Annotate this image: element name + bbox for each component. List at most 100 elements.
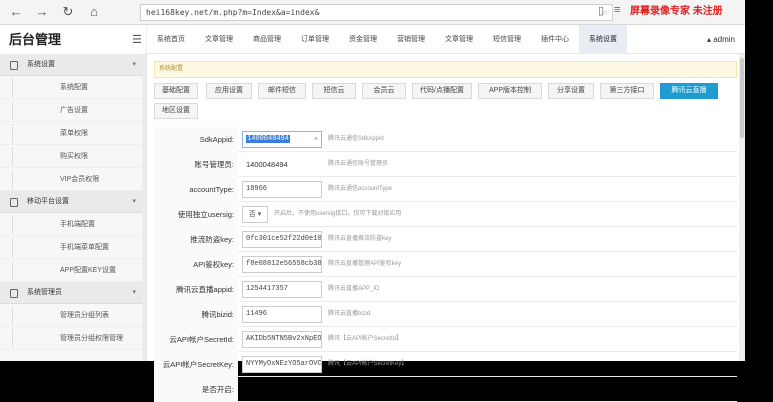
select-value: 否 [248, 211, 256, 218]
sidebar-item[interactable]: 手机端菜单配置 [0, 236, 146, 259]
topnav-item[interactable]: 商品管理 [243, 25, 291, 54]
content-scrollbar[interactable] [739, 54, 745, 361]
form-row: 是否开启: [154, 377, 737, 402]
app-header: 后台管理 ☰ 系统首页 文章管理 商品管理 订单管理 资金管理 营销管理 文章管… [0, 25, 745, 54]
field-label: 腾讯bizid: [154, 302, 238, 327]
field-hint: 腾讯云直播管理API鉴权key [328, 261, 402, 267]
field-label: 使用独立usersig: [154, 202, 238, 227]
address-text: hei168key.net/m.php?m=Index&a=index& [146, 8, 320, 17]
sidebar-item[interactable]: APP配置KEY设置 [0, 259, 146, 282]
push-key-input[interactable]: 0fc301ce52f22d0e10e4 [242, 231, 322, 248]
sidebar-group[interactable]: 系统设置 ▾ [0, 54, 146, 76]
form-row: 使用独立usersig: 否 ▾ 开启后，不使用usersig接口，仅可下载对接… [154, 202, 737, 227]
clear-icon[interactable]: × [314, 132, 318, 147]
usersig-select[interactable]: 否 ▾ [242, 206, 268, 223]
sidebar-group-label: 移动平台设置 [27, 198, 69, 205]
tab-third-party[interactable]: 第三方接口 [600, 83, 654, 99]
sidebar-item[interactable]: 广告设置 [0, 99, 146, 122]
tab-app[interactable]: 应用设置 [206, 83, 252, 99]
topnav-item[interactable]: 资金管理 [339, 25, 387, 54]
api-key-input[interactable]: f8e08812e56558cb38414 [242, 256, 322, 273]
document-icon [10, 289, 18, 298]
refresh-icon[interactable]: ↻ [60, 4, 76, 20]
field-label: 云API帐户SecretKey: [154, 352, 238, 377]
scrollbar-thumb[interactable] [740, 58, 744, 138]
sidebar-group-label: 系统设置 [27, 61, 55, 68]
field-label: API鉴权key: [154, 252, 238, 277]
topnav-item[interactable]: 营销管理 [387, 25, 435, 54]
topnav-item[interactable]: 短信管理 [483, 25, 531, 54]
field-value: 1400048494 [246, 160, 288, 169]
form-row: 推流防盗key: 0fc301ce52f22d0e10e4 腾讯云直播推流防盗k… [154, 227, 737, 252]
sidebar-item[interactable]: VIP会员权限 [0, 168, 146, 191]
back-icon[interactable]: ← [8, 4, 24, 20]
form-row: API鉴权key: f8e08812e56558cb38414 腾讯云直播管理A… [154, 252, 737, 277]
recorder-watermark: 屏幕录像专家 未注册 [630, 6, 723, 17]
sidebar-item[interactable]: 系统配置 [0, 76, 146, 99]
field-label: 推流防盗key: [154, 227, 238, 252]
topnav-item[interactable]: 文章管理 [195, 25, 243, 54]
brand-title: 后台管理 [0, 25, 147, 54]
sdkappid-input[interactable]: 1400048494 × [242, 131, 322, 148]
user-menu[interactable]: ▴ admin [707, 25, 735, 54]
field-hint: 腾讯【云API帐户SecretKey】 [328, 361, 408, 367]
address-bar[interactable]: hei168key.net/m.php?m=Index&a=index& ☆ [140, 4, 613, 21]
top-nav: 系统首页 文章管理 商品管理 订单管理 资金管理 营销管理 文章管理 短信管理 … [147, 25, 627, 54]
sidebar-scrollbar[interactable] [142, 54, 146, 361]
sidebar-group[interactable]: 移动平台设置 ▾ [0, 191, 146, 213]
tab-tencent-live[interactable]: 腾讯云直播 [660, 83, 718, 99]
tab-member-cloud[interactable]: 会员云 [362, 83, 406, 99]
form-row: 腾讯bizid: 11496 腾讯云直播bizid [154, 302, 737, 327]
field-label: accountType: [154, 177, 238, 202]
tab-sms-cloud[interactable]: 短信云 [312, 83, 356, 99]
document-icon [10, 198, 18, 207]
bizid-input[interactable]: 11496 [242, 306, 322, 323]
field-hint: 腾讯云直播bizid [328, 311, 371, 317]
chevron-down-icon: ▾ [132, 198, 136, 205]
topnav-item[interactable]: 文章管理 [435, 25, 483, 54]
brand-label: 后台管理 [9, 32, 62, 47]
sidebar-group-label: 系统管理员 [27, 289, 62, 296]
topnav-item-active[interactable]: 系统设置 [579, 25, 627, 54]
form-row: 云API帐户SecretId: AKIDb5NTN5Bv2xNpEO 腾讯【云A… [154, 327, 737, 352]
field-label: 是否开启: [154, 377, 238, 402]
admin-label: admin [713, 35, 735, 44]
chevron-down-icon: ▾ [132, 61, 136, 68]
main-content: 系统配置 基础配置 应用设置 邮件短信 短信云 会员云 代码/点播配置 APP版… [147, 54, 745, 402]
field-label: 账号管理员: [154, 152, 238, 177]
reader-icon[interactable]: ▯ [598, 4, 604, 17]
sidebar-group[interactable]: 系统管理员 ▾ [0, 282, 146, 304]
tab-app-version[interactable]: APP版本控制 [478, 83, 542, 99]
topnav-item[interactable]: 插件中心 [531, 25, 579, 54]
input-value: 1400048494 [246, 135, 291, 143]
field-label: 云API帐户SecretId: [154, 327, 238, 352]
tab-region[interactable]: 地区设置 [154, 103, 198, 119]
browser-toolbar: ← → ↻ ⌂ hei168key.net/m.php?m=Index&a=in… [0, 0, 745, 25]
form-row: 云API帐户SecretKey: NYYMyOxNEzYO5arOVC 腾讯【云… [154, 352, 737, 377]
field-label: SdkAppid: [154, 127, 238, 152]
screen: ← → ↻ ⌂ hei168key.net/m.php?m=Index&a=in… [0, 0, 773, 402]
sidebar-item[interactable]: 购买权限 [0, 145, 146, 168]
sidebar-item[interactable]: 管理员分组权限管理 [0, 327, 146, 350]
secret-key-input[interactable]: NYYMyOxNEzYO5arOVC [242, 356, 322, 373]
menu-toggle-icon[interactable]: ☰ [132, 33, 142, 46]
field-hint: 开启后，不使用usersig接口，仅可下载对接应用 [274, 211, 402, 217]
live-appid-input[interactable]: 1254417357 [242, 281, 322, 298]
forward-icon[interactable]: → [34, 4, 50, 20]
tab-vod[interactable]: 代码/点播配置 [412, 83, 472, 99]
menu-icon[interactable]: ≡ [614, 4, 620, 16]
home-icon[interactable]: ⌂ [86, 4, 102, 20]
form-row: SdkAppid: 1400048494 × 腾讯云通信SdkAppid [154, 127, 737, 152]
topnav-item[interactable]: 订单管理 [291, 25, 339, 54]
sidebar-item[interactable]: 手机端配置 [0, 213, 146, 236]
sidebar-item[interactable]: 菜单权限 [0, 122, 146, 145]
topnav-item[interactable]: 系统首页 [147, 25, 195, 54]
tab-mail-sms[interactable]: 邮件短信 [258, 83, 306, 99]
sidebar-item[interactable]: 管理员分组列表 [0, 304, 146, 327]
account-type-input[interactable]: 18966 [242, 181, 322, 198]
secret-id-input[interactable]: AKIDb5NTN5Bv2xNpEO [242, 331, 322, 348]
sidebar: 系统设置 ▾ 系统配置 广告设置 菜单权限 购买权限 VIP会员权限 移动平台设置… [0, 54, 147, 361]
document-icon [10, 61, 18, 70]
tab-basic[interactable]: 基础配置 [154, 83, 198, 99]
tab-share[interactable]: 分享设置 [548, 83, 594, 99]
